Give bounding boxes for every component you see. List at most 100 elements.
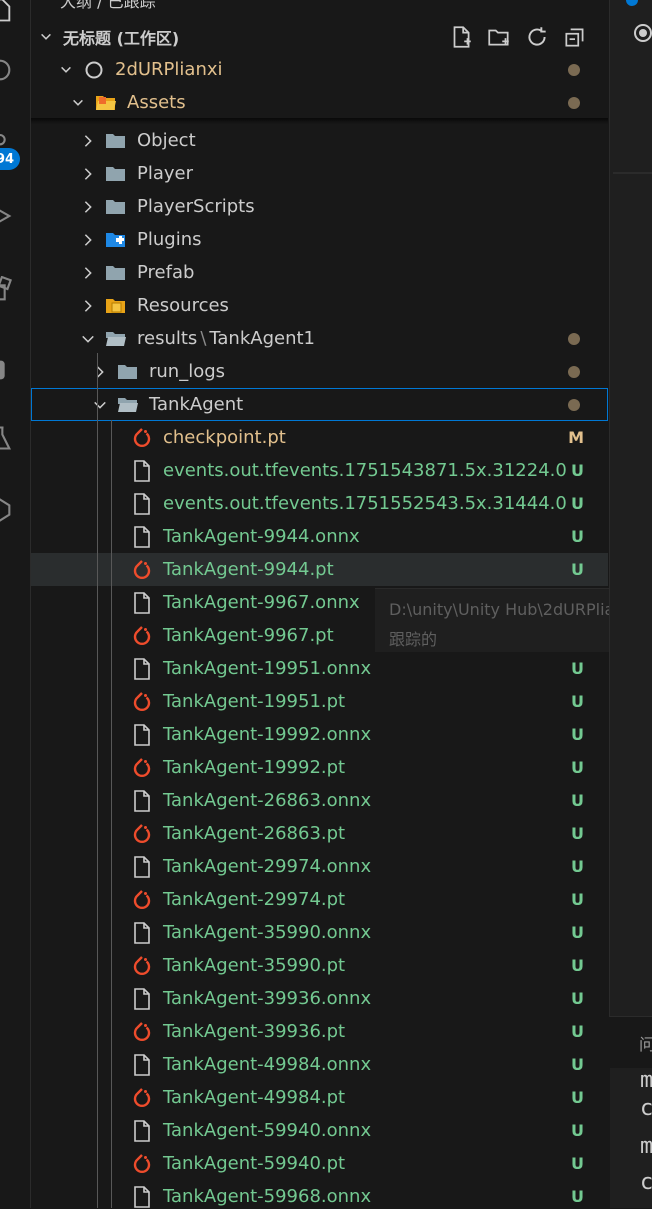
tree-item-file[interactable]: TankAgent-29974.onnx U (31, 850, 608, 883)
terminal-line: c (640, 1096, 652, 1121)
git-status-badge: U (571, 758, 584, 777)
tree-item-project[interactable]: 2dURPlianxi (31, 53, 608, 86)
modified-dot (568, 63, 580, 76)
tree-item-file[interactable]: TankAgent-59940.pt U (31, 1147, 608, 1180)
git-status-badge: U (571, 461, 584, 480)
file-icon (131, 723, 153, 746)
file-icon (131, 921, 153, 944)
tree-item-file[interactable]: TankAgent-49984.onnx U (31, 1048, 608, 1081)
tree-item-tankagent[interactable]: TankAgent (31, 388, 608, 421)
modified-dot (568, 332, 580, 345)
tree-item-label: 2dURPlianxi (115, 59, 223, 80)
pytorch-file-icon (131, 955, 153, 977)
tree-item-folder[interactable]: Player (31, 157, 608, 190)
tree-item-folder[interactable]: PlayerScripts (31, 190, 608, 223)
tree-item-label: Object (137, 130, 196, 151)
pytorch-file-icon (131, 1153, 153, 1175)
tree-item-label: events.out.tfevents.1751543871.5x.31224.… (163, 460, 567, 481)
tree-item-label: Player (137, 163, 194, 184)
tree-item-label: results (137, 328, 198, 349)
file-icon (131, 1119, 153, 1142)
folder-open-icon (117, 394, 139, 416)
explorer-icon[interactable] (0, 0, 14, 24)
pytorch-file-icon (131, 559, 153, 581)
tree-item-assets[interactable]: Assets (31, 86, 608, 119)
run-debug-icon[interactable] (0, 202, 14, 230)
activity-bar: 94 (0, 0, 31, 1208)
tree-item-file[interactable]: TankAgent-19951.onnx U (31, 652, 608, 685)
folder-icon (105, 163, 127, 185)
tree-item-file[interactable]: TankAgent-26863.onnx U (31, 784, 608, 817)
tree-item-file[interactable]: TankAgent-19951.pt U (31, 685, 608, 718)
radio-icon[interactable] (634, 24, 652, 42)
terminal[interactable]: m c m c (610, 1068, 652, 1208)
previous-section-header[interactable]: 大纲 / 已跟踪 (60, 0, 156, 12)
tree-item-file[interactable]: TankAgent-59940.onnx U (31, 1114, 608, 1147)
folder-open-icon (105, 328, 127, 350)
pytorch-file-icon (131, 757, 153, 779)
tree-item-label: TankAgent-59940.pt (163, 1153, 346, 1174)
chevron-right-icon (84, 167, 92, 180)
tree-item-results[interactable]: results \ TankAgent1 (31, 322, 608, 355)
tab-problems[interactable]: 问题 (639, 1031, 652, 1055)
git-status-badge: U (571, 1022, 584, 1041)
tree-item-file[interactable]: TankAgent-35990.onnx U (31, 916, 608, 949)
tree-item-label: events.out.tfevents.1751552543.5x.31444.… (163, 493, 567, 514)
tree-item-folder[interactable]: Prefab (31, 256, 608, 289)
tree-item-label: Prefab (137, 262, 195, 283)
tree-item-file[interactable]: TankAgent-59968.onnx U (31, 1180, 608, 1208)
chevron-down-icon (82, 335, 94, 343)
testing-icon[interactable] (0, 424, 14, 452)
new-folder-icon[interactable] (486, 24, 512, 50)
tree-item-run-logs[interactable]: run_logs (31, 355, 608, 388)
tree-item-label: TankAgent-59940.onnx (163, 1120, 372, 1141)
chevron-right-icon (84, 200, 92, 213)
git-status-badge: U (571, 1187, 584, 1206)
git-status-badge: U (571, 1055, 584, 1074)
pytorch-file-icon (131, 889, 153, 911)
tree-item-file[interactable]: TankAgent-26863.pt U (31, 817, 608, 850)
tree-item-folder[interactable]: Plugins (31, 223, 608, 256)
tree-item-file[interactable]: TankAgent-39936.pt U (31, 1015, 608, 1048)
tree-item-label: TankAgent (149, 394, 244, 415)
accounts-icon[interactable] (0, 496, 14, 524)
git-status-badge: U (571, 494, 584, 513)
search-icon[interactable] (0, 56, 14, 84)
tree-item-file[interactable]: TankAgent-39936.onnx U (31, 982, 608, 1015)
extensions-icon[interactable] (0, 276, 14, 304)
git-status-badge: U (571, 890, 584, 909)
git-status-badge: U (571, 692, 584, 711)
tree-item-label: TankAgent-9944.onnx (163, 526, 360, 547)
tree-item-file[interactable]: TankAgent-9944.onnx U (31, 520, 608, 553)
workspace-title: 无标题 (工作区) (63, 28, 180, 48)
tree-item-file[interactable]: TankAgent-49984.pt U (31, 1081, 608, 1114)
tree-item-label: TankAgent-49984.onnx (163, 1054, 372, 1075)
remote-icon[interactable] (0, 356, 14, 384)
tree-item-label: run_logs (149, 361, 226, 382)
workspace-section-header[interactable]: 无标题 (工作区) (31, 20, 608, 53)
source-control-badge: 94 (0, 148, 20, 170)
pytorch-file-icon (131, 691, 153, 713)
tree-item-file[interactable]: TankAgent-19992.pt U (31, 751, 608, 784)
tree-item-label: Resources (137, 295, 229, 316)
tree-item-file[interactable]: TankAgent-29974.pt U (31, 883, 608, 916)
tree-item-file[interactable]: TankAgent-35990.pt U (31, 949, 608, 982)
tree-item-file[interactable]: events.out.tfevents.1751543871.5x.31224.… (31, 454, 608, 487)
collapse-all-icon[interactable] (562, 24, 588, 50)
new-file-icon[interactable] (448, 24, 474, 50)
git-status-badge: U (571, 1121, 584, 1140)
chevron-right-icon (84, 299, 92, 312)
chevron-down-icon (73, 99, 83, 106)
tree-item-file[interactable]: TankAgent-9944.pt U (31, 553, 608, 586)
tree-item-file[interactable]: events.out.tfevents.1751552543.5x.31444.… (31, 487, 608, 520)
file-icon (131, 591, 153, 614)
git-status-badge: U (571, 560, 584, 579)
tree-item-folder[interactable]: Object (31, 124, 608, 157)
tree-item-label: Assets (127, 92, 186, 113)
git-status-badge: U (571, 1154, 584, 1173)
tree-item-file[interactable]: TankAgent-19992.onnx U (31, 718, 608, 751)
tree-item-file[interactable]: checkpoint.pt M (31, 421, 608, 454)
tree-item-label: TankAgent-49984.pt (163, 1087, 346, 1108)
refresh-icon[interactable] (524, 24, 550, 50)
tree-item-folder[interactable]: Resources (31, 289, 608, 322)
